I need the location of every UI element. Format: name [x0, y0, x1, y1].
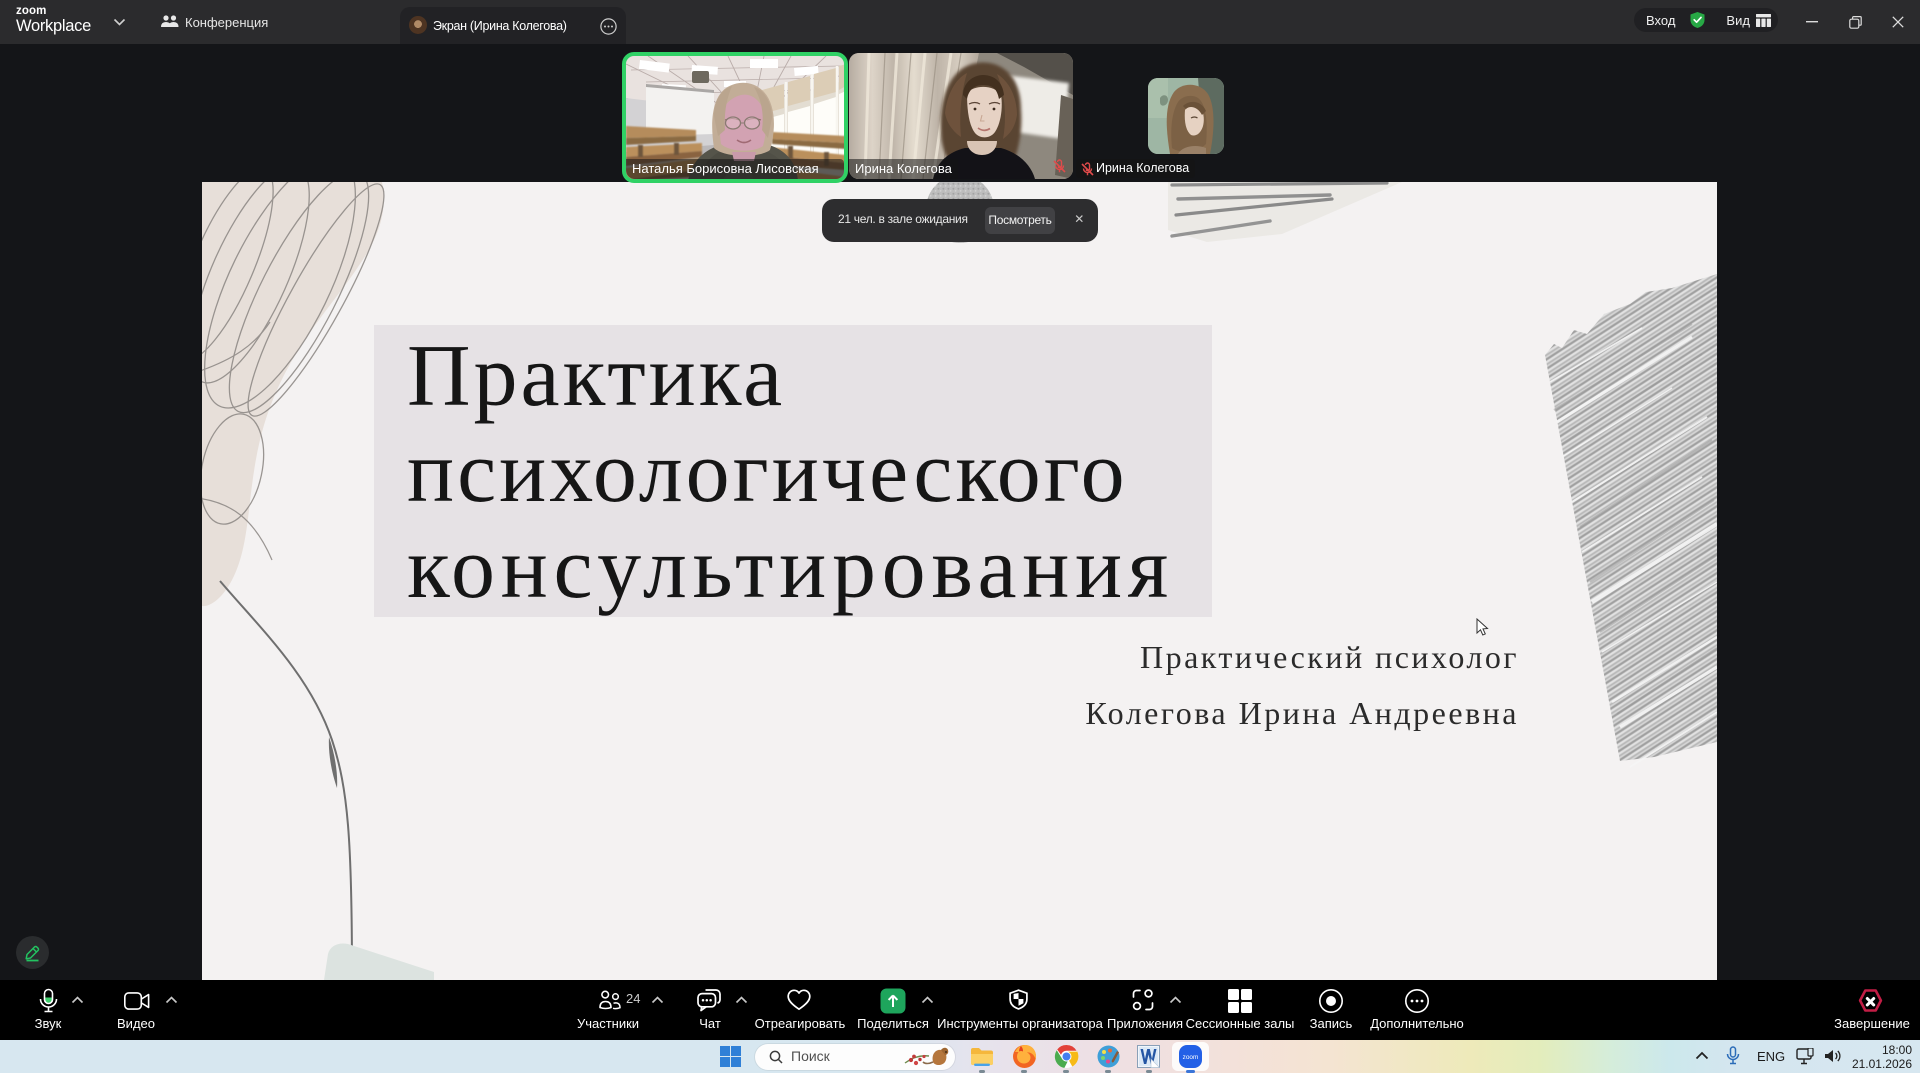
svg-text:zoom: zoom [1183, 1054, 1199, 1061]
